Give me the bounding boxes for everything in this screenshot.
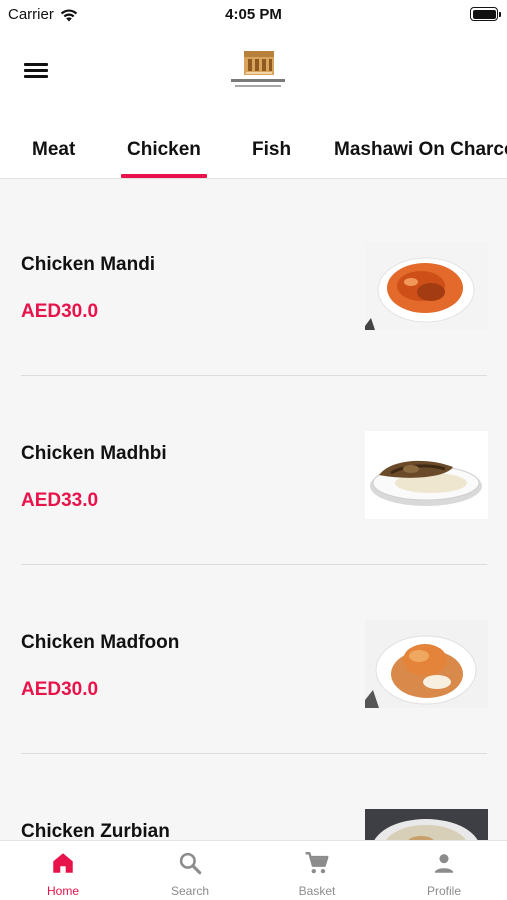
tab-mashawi-on-charcoal[interactable]: Mashawi On Charcoal xyxy=(334,120,507,178)
restaurant-logo xyxy=(231,51,285,87)
item-name: Chicken Madhbi xyxy=(21,443,167,464)
item-name: Chicken Madfoon xyxy=(21,632,180,653)
tab-chicken[interactable]: Chicken xyxy=(121,120,207,178)
search-icon xyxy=(179,852,202,875)
person-icon xyxy=(434,854,454,873)
item-price: AED30.0 xyxy=(21,679,99,700)
status-bar: Carrier 4:05 PM xyxy=(0,0,507,30)
item-name: Chicken Mandi xyxy=(21,254,156,275)
nav-basket[interactable]: Basket xyxy=(254,841,380,900)
menu-item-chicken-madhbi[interactable]: Chicken Madhbi AED33.0 xyxy=(0,369,507,558)
nav-profile[interactable]: Profile xyxy=(381,841,507,900)
chicken-madfoon-image xyxy=(365,620,488,708)
hamburger-menu-icon[interactable] xyxy=(22,60,50,82)
item-price: AED30.0 xyxy=(21,301,99,322)
bottom-navigation: Home Search Basket Profile xyxy=(0,840,507,900)
tab-meat[interactable]: Meat xyxy=(32,120,75,178)
menu-item-chicken-madfoon[interactable]: Chicken Madfoon AED30.0 xyxy=(0,558,507,747)
chicken-mandi-image xyxy=(365,242,488,330)
home-icon xyxy=(53,853,73,873)
menu-item-chicken-mandi[interactable]: Chicken Mandi AED30.0 xyxy=(0,180,507,369)
nav-search[interactable]: Search xyxy=(127,841,253,900)
category-tabs: Meat Chicken Fish Mashawi On Charcoal xyxy=(0,120,507,179)
tab-fish[interactable]: Fish xyxy=(252,120,291,178)
app-header xyxy=(0,30,507,120)
nav-home-label: Home xyxy=(46,884,79,898)
nav-basket-label: Basket xyxy=(298,884,336,898)
chicken-madhbi-image xyxy=(365,431,488,519)
chicken-zurbian-image xyxy=(365,809,488,840)
item-name: Chicken Zurbian xyxy=(21,821,170,840)
nav-home[interactable]: Home xyxy=(0,841,126,900)
item-price: AED33.0 xyxy=(21,490,99,511)
status-time: 4:05 PM xyxy=(225,6,282,23)
nav-profile-label: Profile xyxy=(426,884,461,898)
cart-icon xyxy=(305,852,329,874)
battery-icon xyxy=(470,7,501,21)
nav-search-label: Search xyxy=(170,884,210,898)
menu-item-chicken-zurbian[interactable]: Chicken Zurbian xyxy=(0,747,507,840)
menu-item-list: Chicken Mandi AED30.0 Chicken Madhbi AED… xyxy=(0,180,507,840)
